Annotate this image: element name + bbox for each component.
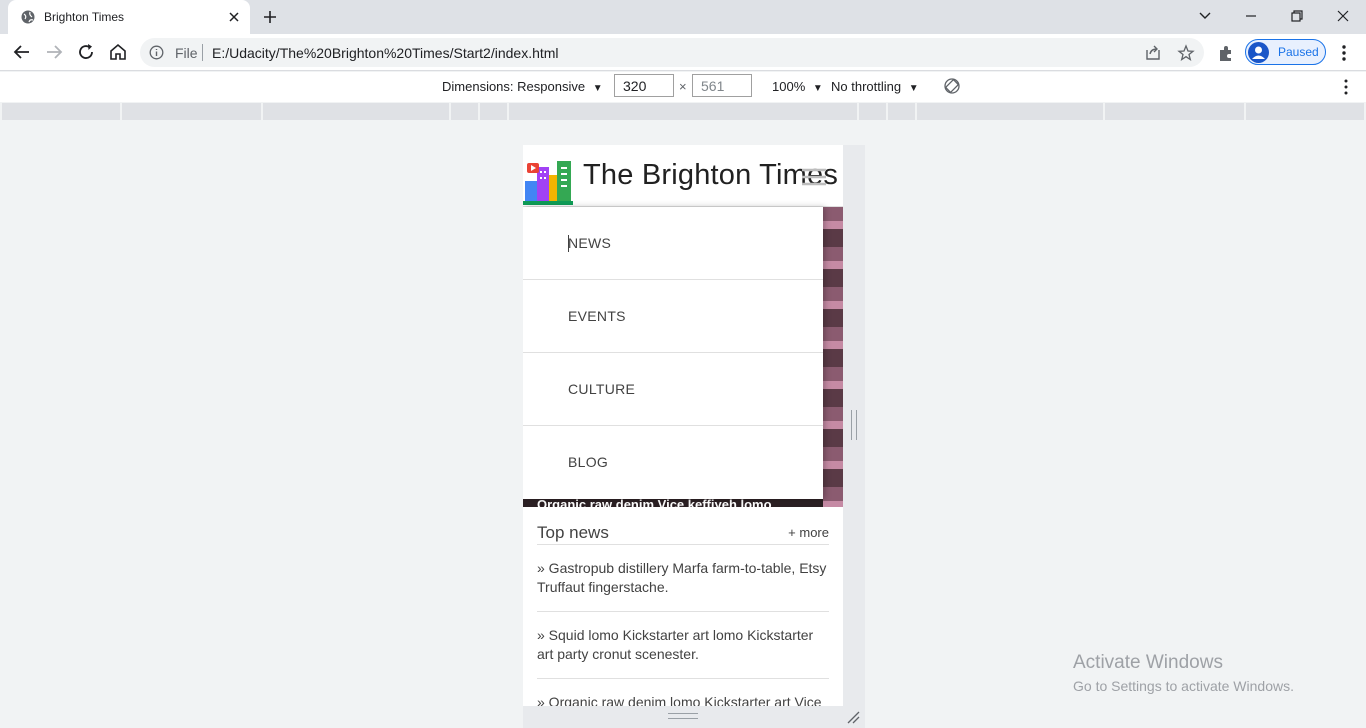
- caret-down-icon: ▼: [592, 83, 603, 94]
- text-caret: [568, 235, 569, 252]
- back-icon[interactable]: [10, 40, 34, 64]
- chevron-down-icon[interactable]: [1193, 4, 1217, 28]
- nav-item-blog[interactable]: BLOG: [523, 426, 823, 499]
- media-query-divider: [857, 103, 859, 121]
- star-icon[interactable]: [1177, 44, 1195, 62]
- info-icon[interactable]: [149, 45, 164, 60]
- news-story[interactable]: » Squid lomo Kickstarter art lomo Kickst…: [537, 612, 829, 679]
- tab-strip: Brighton Times: [0, 0, 1366, 34]
- media-query-divider: [507, 103, 509, 121]
- hamburger-menu-icon[interactable]: [800, 167, 828, 187]
- hero-caption[interactable]: Organic raw denim Vice keffiyeh lomo: [537, 497, 772, 512]
- device-toolbar: Dimensions: Responsive ▼ × 100% ▼ No thr…: [0, 72, 1366, 102]
- top-news-section: Top news + more » Gastropub distillery M…: [537, 517, 829, 706]
- profile-button[interactable]: Paused: [1245, 39, 1326, 65]
- forward-icon[interactable]: [42, 40, 66, 64]
- kebab-icon[interactable]: [1340, 78, 1352, 96]
- news-story[interactable]: » Gastropub distillery Marfa farm-to-tab…: [537, 545, 829, 612]
- height-resize-handle[interactable]: [668, 713, 698, 719]
- dimensions-label: Dimensions: Responsive: [442, 79, 586, 94]
- width-resize-handle[interactable]: [851, 410, 857, 440]
- more-link[interactable]: + more: [788, 525, 829, 540]
- windows-activation-watermark: Activate Windows Go to Settings to activ…: [1073, 652, 1294, 694]
- times-sign: ×: [679, 79, 687, 94]
- minimize-icon[interactable]: [1239, 4, 1263, 28]
- omnibox-scheme: File: [175, 45, 198, 61]
- close-icon[interactable]: [226, 9, 242, 25]
- media-query-divider: [915, 103, 917, 121]
- home-icon[interactable]: [106, 40, 130, 64]
- omnibox-divider: [202, 44, 203, 61]
- url-text[interactable]: E:/Udacity/The%20Brighton%20Times/Start2…: [212, 45, 559, 61]
- watermark-line2: Go to Settings to activate Windows.: [1073, 678, 1294, 694]
- watermark-line1: Activate Windows: [1073, 652, 1223, 673]
- new-tab-button[interactable]: [260, 7, 280, 27]
- throttle-dropdown[interactable]: No throttling ▼: [831, 79, 919, 94]
- media-query-divider: [886, 103, 888, 121]
- tab-brighton-times[interactable]: Brighton Times: [8, 0, 250, 34]
- media-query-bar[interactable]: [2, 102, 1364, 121]
- nav-item-events[interactable]: EVENTS: [523, 280, 823, 353]
- globe-icon: [21, 10, 35, 24]
- width-input[interactable]: [614, 74, 674, 97]
- nav-item-label: NEWS: [568, 235, 612, 251]
- zoom-dropdown[interactable]: 100% ▼: [772, 79, 823, 94]
- caret-down-icon: ▼: [908, 83, 919, 94]
- close-window-icon[interactable]: [1331, 4, 1355, 28]
- news-story[interactable]: » Organic raw denim lomo Kickstarter art…: [537, 679, 829, 706]
- kebab-icon[interactable]: [1336, 43, 1352, 63]
- nav-item-news[interactable]: NEWS: [523, 207, 823, 280]
- dimensions-dropdown[interactable]: Dimensions: Responsive ▼: [442, 79, 603, 94]
- profile-label: Paused: [1278, 45, 1319, 59]
- top-news-header: Top news + more: [537, 517, 829, 545]
- media-query-divider: [1244, 103, 1246, 121]
- media-query-divider: [449, 103, 451, 121]
- height-input[interactable]: [692, 74, 752, 97]
- hero-image-edge: [823, 207, 843, 507]
- reload-icon[interactable]: [74, 40, 98, 64]
- nav-item-label: BLOG: [568, 454, 609, 470]
- rotate-icon[interactable]: [943, 77, 961, 95]
- corner-resize-handle[interactable]: [846, 710, 860, 724]
- emulated-viewport: The Brighton Times Organic raw denim Vic…: [523, 145, 843, 706]
- nav-item-label: EVENTS: [568, 308, 626, 324]
- omnibox[interactable]: File E:/Udacity/The%20Brighton%20Times/S…: [140, 38, 1204, 67]
- nav-item-culture[interactable]: CULTURE: [523, 353, 823, 426]
- city-logo-icon: [523, 161, 573, 205]
- browser-toolbar: File E:/Udacity/The%20Brighton%20Times/S…: [0, 34, 1366, 71]
- avatar: [1248, 42, 1269, 63]
- puzzle-icon[interactable]: [1216, 43, 1236, 63]
- nav-drawer: NEWS EVENTS CULTURE BLOG: [523, 207, 823, 499]
- tab-title: Brighton Times: [44, 10, 125, 24]
- avatar-icon: [1252, 46, 1265, 59]
- top-news-heading: Top news: [537, 523, 609, 542]
- throttle-label: No throttling: [831, 79, 902, 94]
- share-icon[interactable]: [1144, 44, 1162, 62]
- nav-item-label: CULTURE: [568, 381, 636, 397]
- media-query-divider: [1103, 103, 1105, 121]
- media-query-divider: [261, 103, 263, 121]
- site-header: The Brighton Times: [523, 145, 843, 207]
- media-query-divider: [478, 103, 480, 121]
- media-query-divider: [120, 103, 122, 121]
- restore-icon[interactable]: [1285, 4, 1309, 28]
- caret-down-icon: ▼: [812, 83, 823, 94]
- zoom-label: 100%: [772, 79, 806, 94]
